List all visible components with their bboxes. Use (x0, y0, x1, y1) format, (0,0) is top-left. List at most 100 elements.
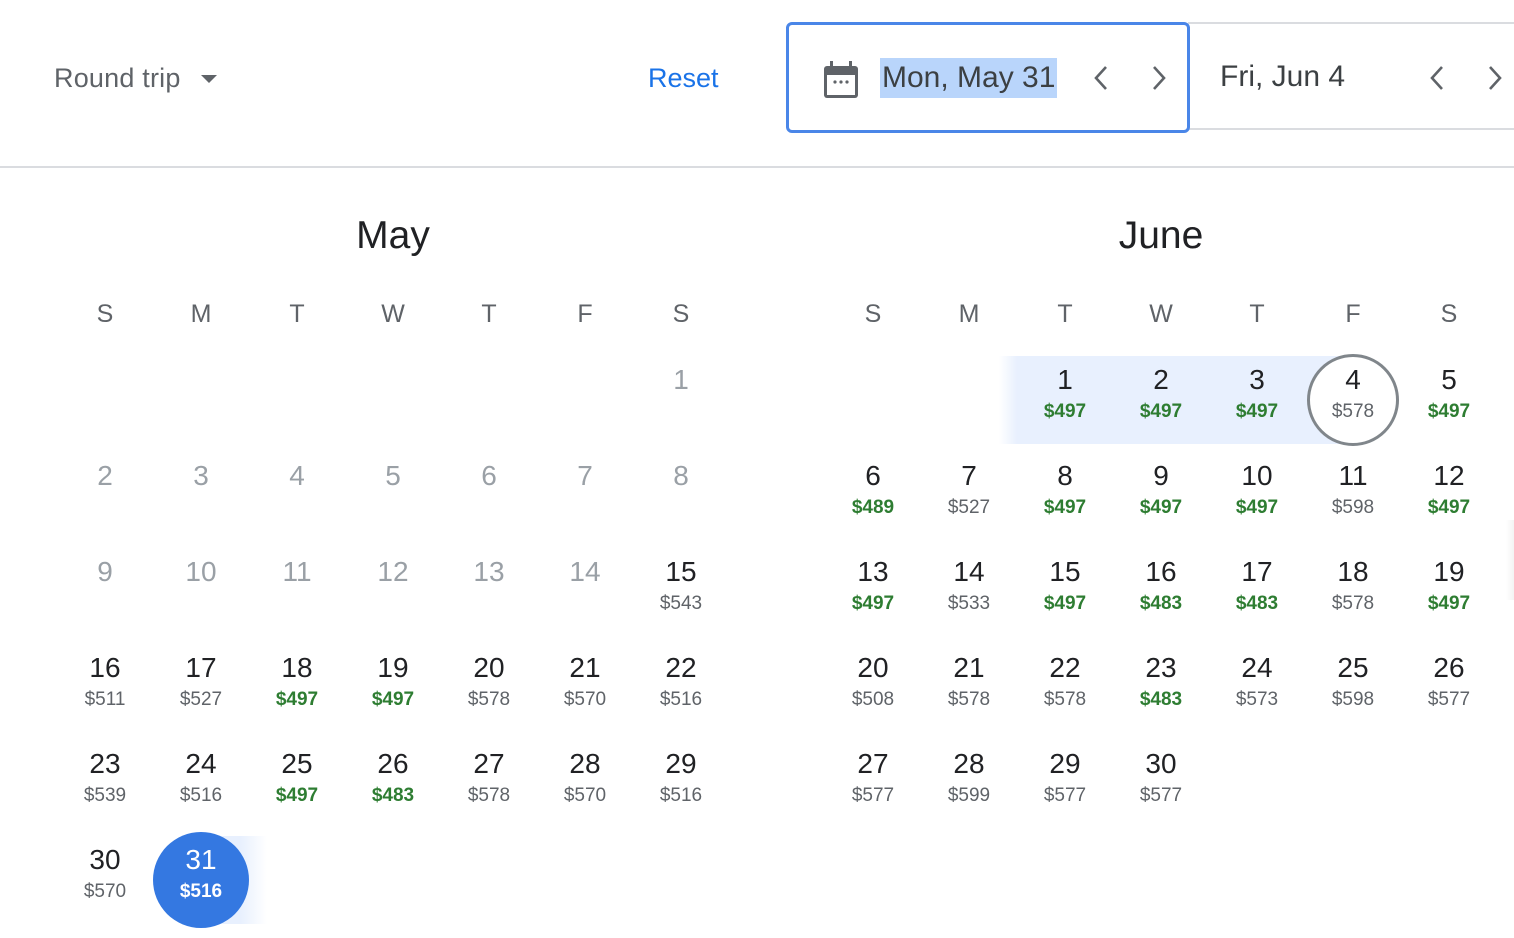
departure-next-day-button[interactable] (1144, 58, 1174, 98)
weekday-label: W (1149, 300, 1173, 328)
price-label: $516 (659, 689, 703, 710)
return-next-day-button[interactable] (1480, 58, 1510, 98)
day-number: 14 (953, 556, 985, 587)
reset-button[interactable]: Reset (648, 58, 719, 98)
day-number: 9 (97, 556, 113, 587)
low-price-label: $483 (1235, 593, 1279, 614)
trip-type-dropdown[interactable]: Round trip (54, 58, 217, 98)
calendar-day[interactable]: 5 $497 (1401, 362, 1497, 450)
day-number: 30 (89, 844, 121, 875)
calendar-day[interactable]: 20 $578 (441, 650, 537, 738)
weekday-label: T (289, 300, 305, 328)
calendar-day[interactable]: 28 $570 (537, 746, 633, 834)
calendar-day[interactable]: 24 $573 (1209, 650, 1305, 738)
calendar-day: 11 (249, 554, 345, 642)
calendar-day[interactable]: 18 $578 (1305, 554, 1401, 642)
day-number: 18 (1337, 556, 1369, 587)
calendar-day[interactable]: 26 $577 (1401, 650, 1497, 738)
calendar-day[interactable]: 27 $578 (441, 746, 537, 834)
calendar-day[interactable]: 15 $497 (1017, 554, 1113, 642)
day-number: 31 (185, 844, 217, 875)
calendar-day[interactable]: 2 $497 (1113, 362, 1209, 450)
calendar-day[interactable]: 11 $598 (1305, 458, 1401, 546)
day-number: 22 (665, 652, 697, 683)
return-date-text[interactable]: Fri, Jun 4 (1220, 57, 1345, 97)
price-label: $570 (563, 689, 607, 710)
calendar-day[interactable]: 25 $598 (1305, 650, 1401, 738)
departure-date-input[interactable]: Mon, May 31 (880, 58, 1058, 98)
price-label: $578 (467, 785, 511, 806)
calendar-day[interactable]: 23 $539 (57, 746, 153, 834)
calendar-day[interactable]: 12 $497 (1401, 458, 1497, 546)
caret-down-icon (200, 75, 217, 83)
day-number: 6 (481, 460, 497, 491)
calendar-day[interactable]: 22 $578 (1017, 650, 1113, 738)
low-price-label: $497 (1139, 497, 1183, 518)
calendar-day: 12 (345, 554, 441, 642)
calendar-day[interactable]: 13 $497 (825, 554, 921, 642)
day-number: 5 (385, 460, 401, 491)
calendar-day[interactable]: 26 $483 (345, 746, 441, 834)
calendar-day[interactable]: 3 $497 (1209, 362, 1305, 450)
day-number: 10 (1241, 460, 1273, 491)
weekday-label: T (1057, 300, 1073, 328)
price-label: $527 (179, 689, 223, 710)
return-prev-day-button[interactable] (1422, 58, 1452, 98)
weekday-label: T (481, 300, 497, 328)
calendar-day[interactable]: 1 $497 (1017, 362, 1113, 450)
calendar-day[interactable]: 20 $508 (825, 650, 921, 738)
weekday-label: S (1440, 300, 1458, 328)
price-label: $578 (1331, 401, 1375, 422)
calendar-day[interactable]: 9 $497 (1113, 458, 1209, 546)
low-price-label: $483 (1139, 593, 1183, 614)
weekday-header: S M T W T F S (57, 300, 729, 334)
calendar-day[interactable]: 16 $483 (1113, 554, 1209, 642)
departure-date-field[interactable]: Mon, May 31 (786, 22, 1190, 133)
day-number: 24 (185, 748, 217, 779)
calendar-day[interactable]: 25 $497 (249, 746, 345, 834)
day-number: 30 (1145, 748, 1177, 779)
day-number: 28 (569, 748, 601, 779)
calendar-day[interactable]: 17 $483 (1209, 554, 1305, 642)
calendar-day: 5 (345, 458, 441, 546)
price-label: $516 (179, 785, 223, 806)
price-label: $539 (83, 785, 127, 806)
calendar-day[interactable]: 22 $516 (633, 650, 729, 738)
calendar-day[interactable]: 31 $516 (153, 842, 249, 930)
calendar-day[interactable]: 16 $511 (57, 650, 153, 738)
day-number: 1 (673, 364, 689, 395)
calendar-day[interactable]: 30 $570 (57, 842, 153, 930)
day-number: 12 (377, 556, 409, 587)
calendar-day[interactable]: 29 $577 (1017, 746, 1113, 834)
calendar-day[interactable]: 21 $578 (921, 650, 1017, 738)
day-number: 11 (1338, 460, 1368, 491)
calendar-day[interactable]: 27 $577 (825, 746, 921, 834)
calendar-day[interactable]: 4 $578 (1305, 362, 1401, 450)
calendar-day[interactable]: 29 $516 (633, 746, 729, 834)
calendar-day[interactable]: 18 $497 (249, 650, 345, 738)
calendar-day: 1 (633, 362, 729, 450)
calendar-day[interactable]: 10 $497 (1209, 458, 1305, 546)
calendar-day[interactable]: 28 $599 (921, 746, 1017, 834)
calendar-day[interactable]: 17 $527 (153, 650, 249, 738)
low-price-label: $497 (1235, 401, 1279, 422)
calendar-day[interactable]: 19 $497 (1401, 554, 1497, 642)
day-number: 26 (377, 748, 409, 779)
price-label: $578 (947, 689, 991, 710)
calendar-day[interactable]: 30 $577 (1113, 746, 1209, 834)
price-label: $516 (659, 785, 703, 806)
calendar-day[interactable]: 21 $570 (537, 650, 633, 738)
calendar-day[interactable]: 8 $497 (1017, 458, 1113, 546)
calendar-day[interactable]: 15 $543 (633, 554, 729, 642)
low-price-label: $497 (1235, 497, 1279, 518)
calendar-day[interactable]: 19 $497 (345, 650, 441, 738)
calendar-day[interactable]: 6 $489 (825, 458, 921, 546)
departure-prev-day-button[interactable] (1086, 58, 1116, 98)
day-number: 26 (1433, 652, 1465, 683)
calendar-day[interactable]: 23 $483 (1113, 650, 1209, 738)
low-price-label: $497 (1139, 401, 1183, 422)
calendar-day[interactable]: 14 $533 (921, 554, 1017, 642)
calendar-day[interactable]: 7 $527 (921, 458, 1017, 546)
low-price-label: $497 (1043, 401, 1087, 422)
calendar-day[interactable]: 24 $516 (153, 746, 249, 834)
